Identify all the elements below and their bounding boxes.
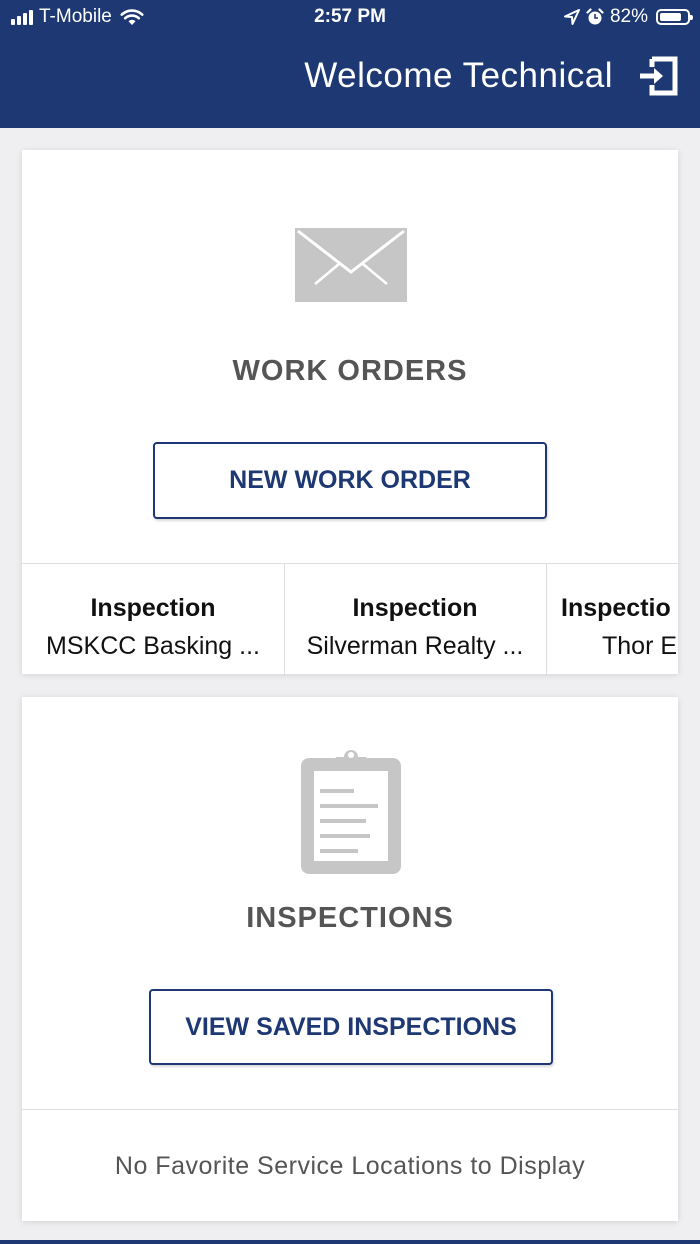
recent-work-order-item[interactable]: Inspection Silverman Realty ... <box>284 564 547 675</box>
inspections-title: INSPECTIONS <box>246 902 454 934</box>
work-order-location: MSKCC Basking ... <box>46 632 260 660</box>
bottom-edge <box>0 1240 700 1244</box>
alarm-icon <box>586 8 604 25</box>
work-orders-card: WORK ORDERS NEW WORK ORDER Inspection MS… <box>22 150 678 675</box>
status-bar: T-Mobile 2:57 PM 82% <box>0 0 700 36</box>
status-right: 82% <box>563 6 693 28</box>
work-order-type: Inspection <box>90 594 216 622</box>
work-orders-title: WORK ORDERS <box>232 355 468 387</box>
app-header: T-Mobile 2:57 PM 82% Welcome Technical <box>0 0 700 128</box>
work-order-location: Silverman Realty ... <box>306 632 524 660</box>
section-divider <box>22 1109 678 1110</box>
envelope-icon <box>295 228 407 302</box>
logout-icon[interactable] <box>638 56 678 96</box>
clipboard-icon <box>301 750 401 874</box>
empty-favorites-message: No Favorite Service Locations to Display <box>114 1152 586 1180</box>
battery-percent: 82% <box>609 6 648 27</box>
location-arrow-icon <box>563 9 580 25</box>
work-order-type: Inspection <box>352 594 478 622</box>
view-saved-inspections-button[interactable]: VIEW SAVED INSPECTIONS <box>149 989 553 1065</box>
inspections-card: INSPECTIONS VIEW SAVED INSPECTIONS No Fa… <box>22 697 678 1221</box>
new-work-order-button[interactable]: NEW WORK ORDER <box>153 442 547 519</box>
work-order-type: Inspectio <box>561 594 671 622</box>
welcome-title: Welcome Technical <box>304 56 613 95</box>
work-order-location: Thor E <box>602 632 678 660</box>
recent-work-orders: Inspection MSKCC Basking ... Inspection … <box>22 563 678 675</box>
recent-work-order-item[interactable]: Inspectio Thor E <box>547 564 678 675</box>
recent-work-order-item[interactable]: Inspection MSKCC Basking ... <box>22 564 285 675</box>
battery-icon <box>656 9 693 25</box>
